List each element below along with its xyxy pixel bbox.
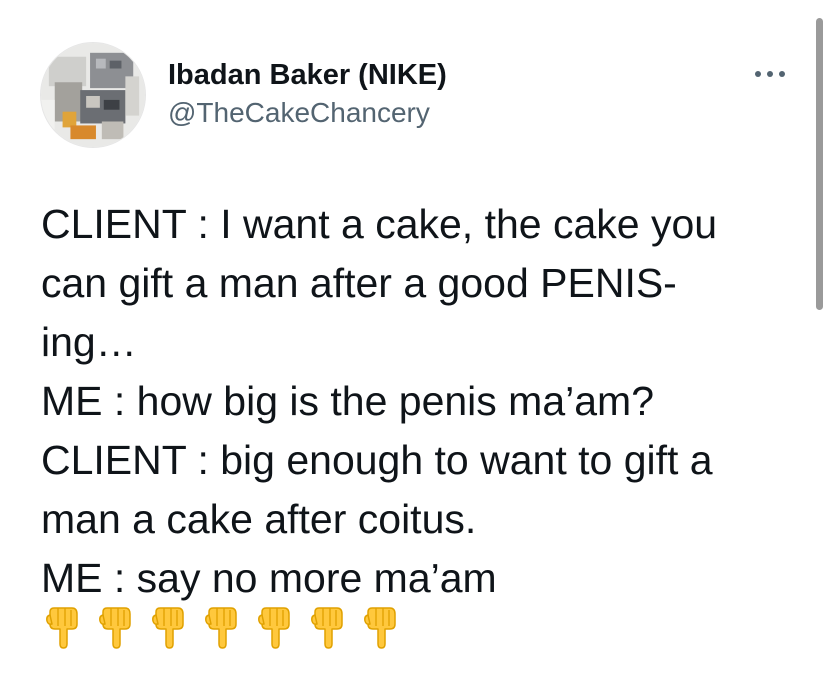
tweet-text-line: ME : say no more ma’am bbox=[41, 555, 497, 601]
tweet-text-line: CLIENT : big enough to want to gift a bbox=[41, 437, 713, 483]
tweet-text-line: can gift a man after a good PENIS- bbox=[41, 260, 677, 306]
backhand-index-pointing-down-icon bbox=[205, 607, 237, 649]
tweet-card: Ibadan Baker (NIKE) @TheCakeChancery CLI… bbox=[0, 0, 828, 690]
ellipsis-icon-dot bbox=[767, 71, 773, 77]
tweet-text-line: man a cake after coitus. bbox=[41, 496, 477, 542]
backhand-index-pointing-down-icon bbox=[364, 607, 396, 649]
ellipsis-icon-dot bbox=[755, 71, 761, 77]
backhand-index-pointing-down-icon bbox=[46, 607, 78, 649]
ellipsis-icon-dot bbox=[779, 71, 785, 77]
tweet-text-line: CLIENT : I want a cake, the cake you bbox=[41, 201, 718, 247]
scrollbar[interactable] bbox=[816, 18, 823, 310]
author-display-name[interactable]: Ibadan Baker (NIKE) bbox=[168, 57, 447, 93]
avatar[interactable] bbox=[40, 42, 146, 148]
backhand-index-pointing-down-icon bbox=[99, 607, 131, 649]
emoji-row bbox=[44, 606, 400, 650]
tweet-text-line: ME : how big is the penis ma’am? bbox=[41, 378, 654, 424]
avatar-photo bbox=[41, 43, 145, 147]
author-block[interactable]: Ibadan Baker (NIKE) @TheCakeChancery bbox=[168, 57, 447, 131]
tweet-text: CLIENT : I want a cake, the cake you can… bbox=[41, 195, 801, 608]
backhand-index-pointing-down-icon bbox=[311, 607, 343, 649]
backhand-index-pointing-down-icon bbox=[258, 607, 290, 649]
backhand-index-pointing-down-icon bbox=[152, 607, 184, 649]
tweet-text-line: ing… bbox=[41, 319, 137, 365]
author-handle[interactable]: @TheCakeChancery bbox=[168, 95, 447, 131]
more-options-button[interactable] bbox=[748, 60, 792, 88]
